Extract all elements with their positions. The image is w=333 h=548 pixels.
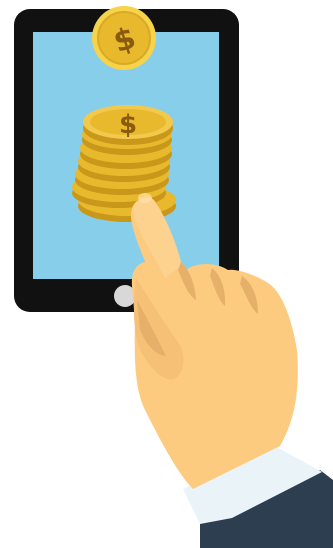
top-coin: $ <box>83 105 173 145</box>
floating-coin: $ <box>92 6 156 70</box>
tap-point <box>138 193 152 203</box>
illustration-canvas: $ $ <box>14 6 333 548</box>
dollar-icon: $ <box>119 110 137 140</box>
coin-stack: $ <box>72 105 176 222</box>
